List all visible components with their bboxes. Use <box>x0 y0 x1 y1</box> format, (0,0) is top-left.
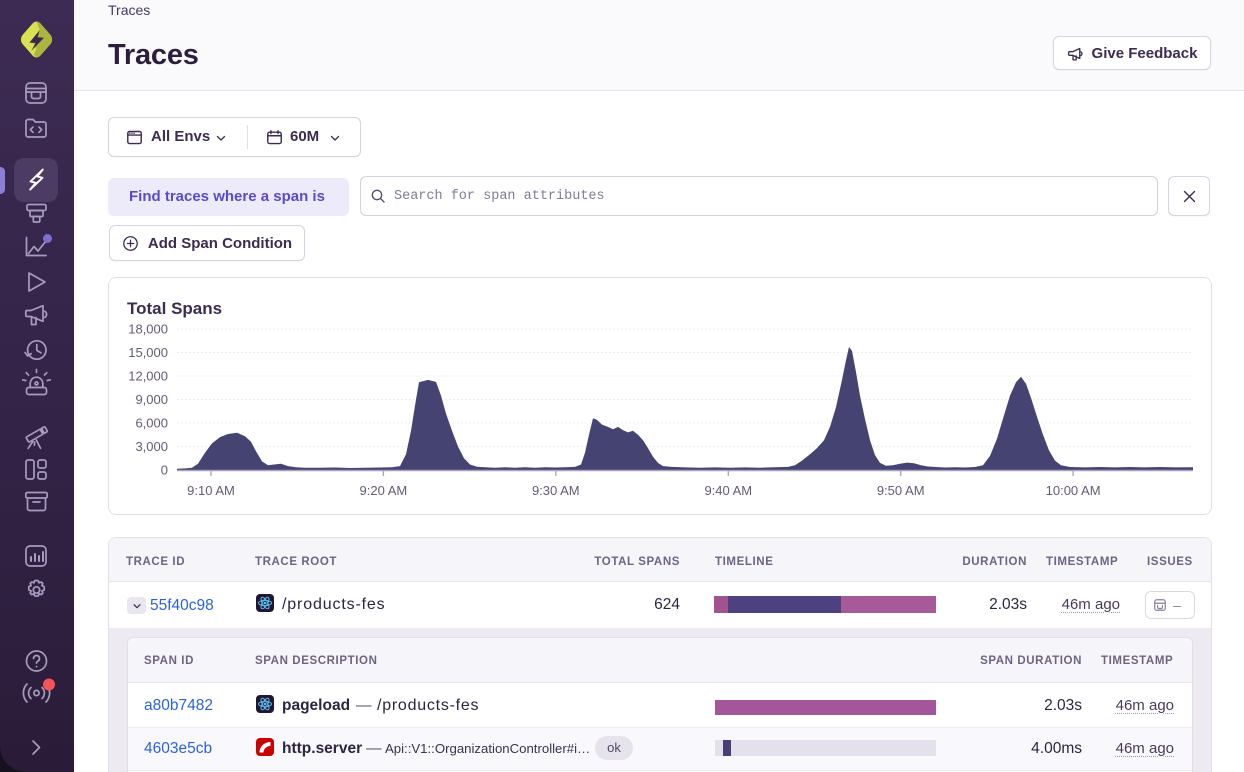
svg-text:15,000: 15,000 <box>128 345 168 360</box>
svg-text:9:50 AM: 9:50 AM <box>877 483 925 498</box>
svg-text:9:30 AM: 9:30 AM <box>532 483 580 498</box>
svg-text:9,000: 9,000 <box>135 392 168 407</box>
svg-text:18,000: 18,000 <box>128 322 168 337</box>
svg-text:10:00 AM: 10:00 AM <box>1046 483 1101 498</box>
svg-text:12,000: 12,000 <box>128 369 168 384</box>
svg-text:6,000: 6,000 <box>135 416 168 431</box>
svg-text:3,000: 3,000 <box>135 439 168 454</box>
svg-text:9:20 AM: 9:20 AM <box>360 483 408 498</box>
svg-text:9:40 AM: 9:40 AM <box>704 483 752 498</box>
svg-text:9:10 AM: 9:10 AM <box>187 483 235 498</box>
svg-text:0: 0 <box>161 463 168 478</box>
